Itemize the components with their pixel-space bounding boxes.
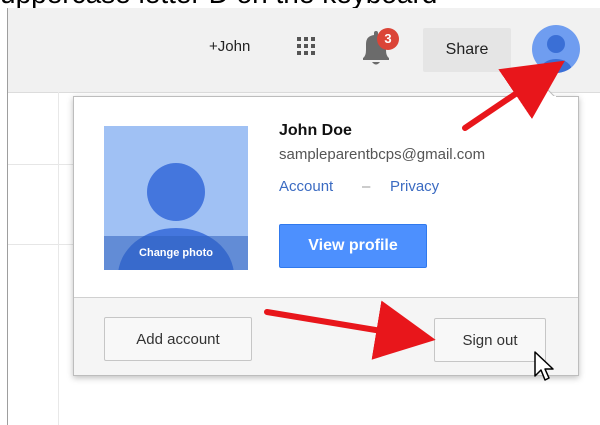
privacy-link[interactable]: Privacy — [390, 178, 439, 195]
apps-grid-icon[interactable] — [297, 37, 315, 55]
change-photo-label[interactable]: Change photo — [104, 236, 248, 270]
mouse-cursor-icon — [534, 351, 554, 381]
popup-caret — [530, 84, 556, 98]
account-name: John Doe — [279, 122, 352, 139]
view-profile-button[interactable]: View profile — [279, 224, 427, 268]
tutorial-caption: uppercase letter D on the keyboard — [0, 0, 600, 8]
background-divider — [8, 244, 74, 245]
account-link[interactable]: Account — [279, 178, 333, 195]
sign-out-button[interactable]: Sign out — [434, 318, 546, 362]
background-divider — [58, 92, 59, 425]
share-button[interactable]: Share — [423, 28, 511, 72]
avatar-icon[interactable] — [532, 25, 580, 73]
add-account-button[interactable]: Add account — [104, 317, 252, 361]
profile-link[interactable]: +John — [209, 38, 250, 55]
notification-badge: 3 — [377, 28, 399, 50]
account-email: sampleparentbcps@gmail.com — [279, 146, 486, 163]
background-divider — [8, 164, 74, 165]
link-separator: – — [362, 178, 371, 195]
